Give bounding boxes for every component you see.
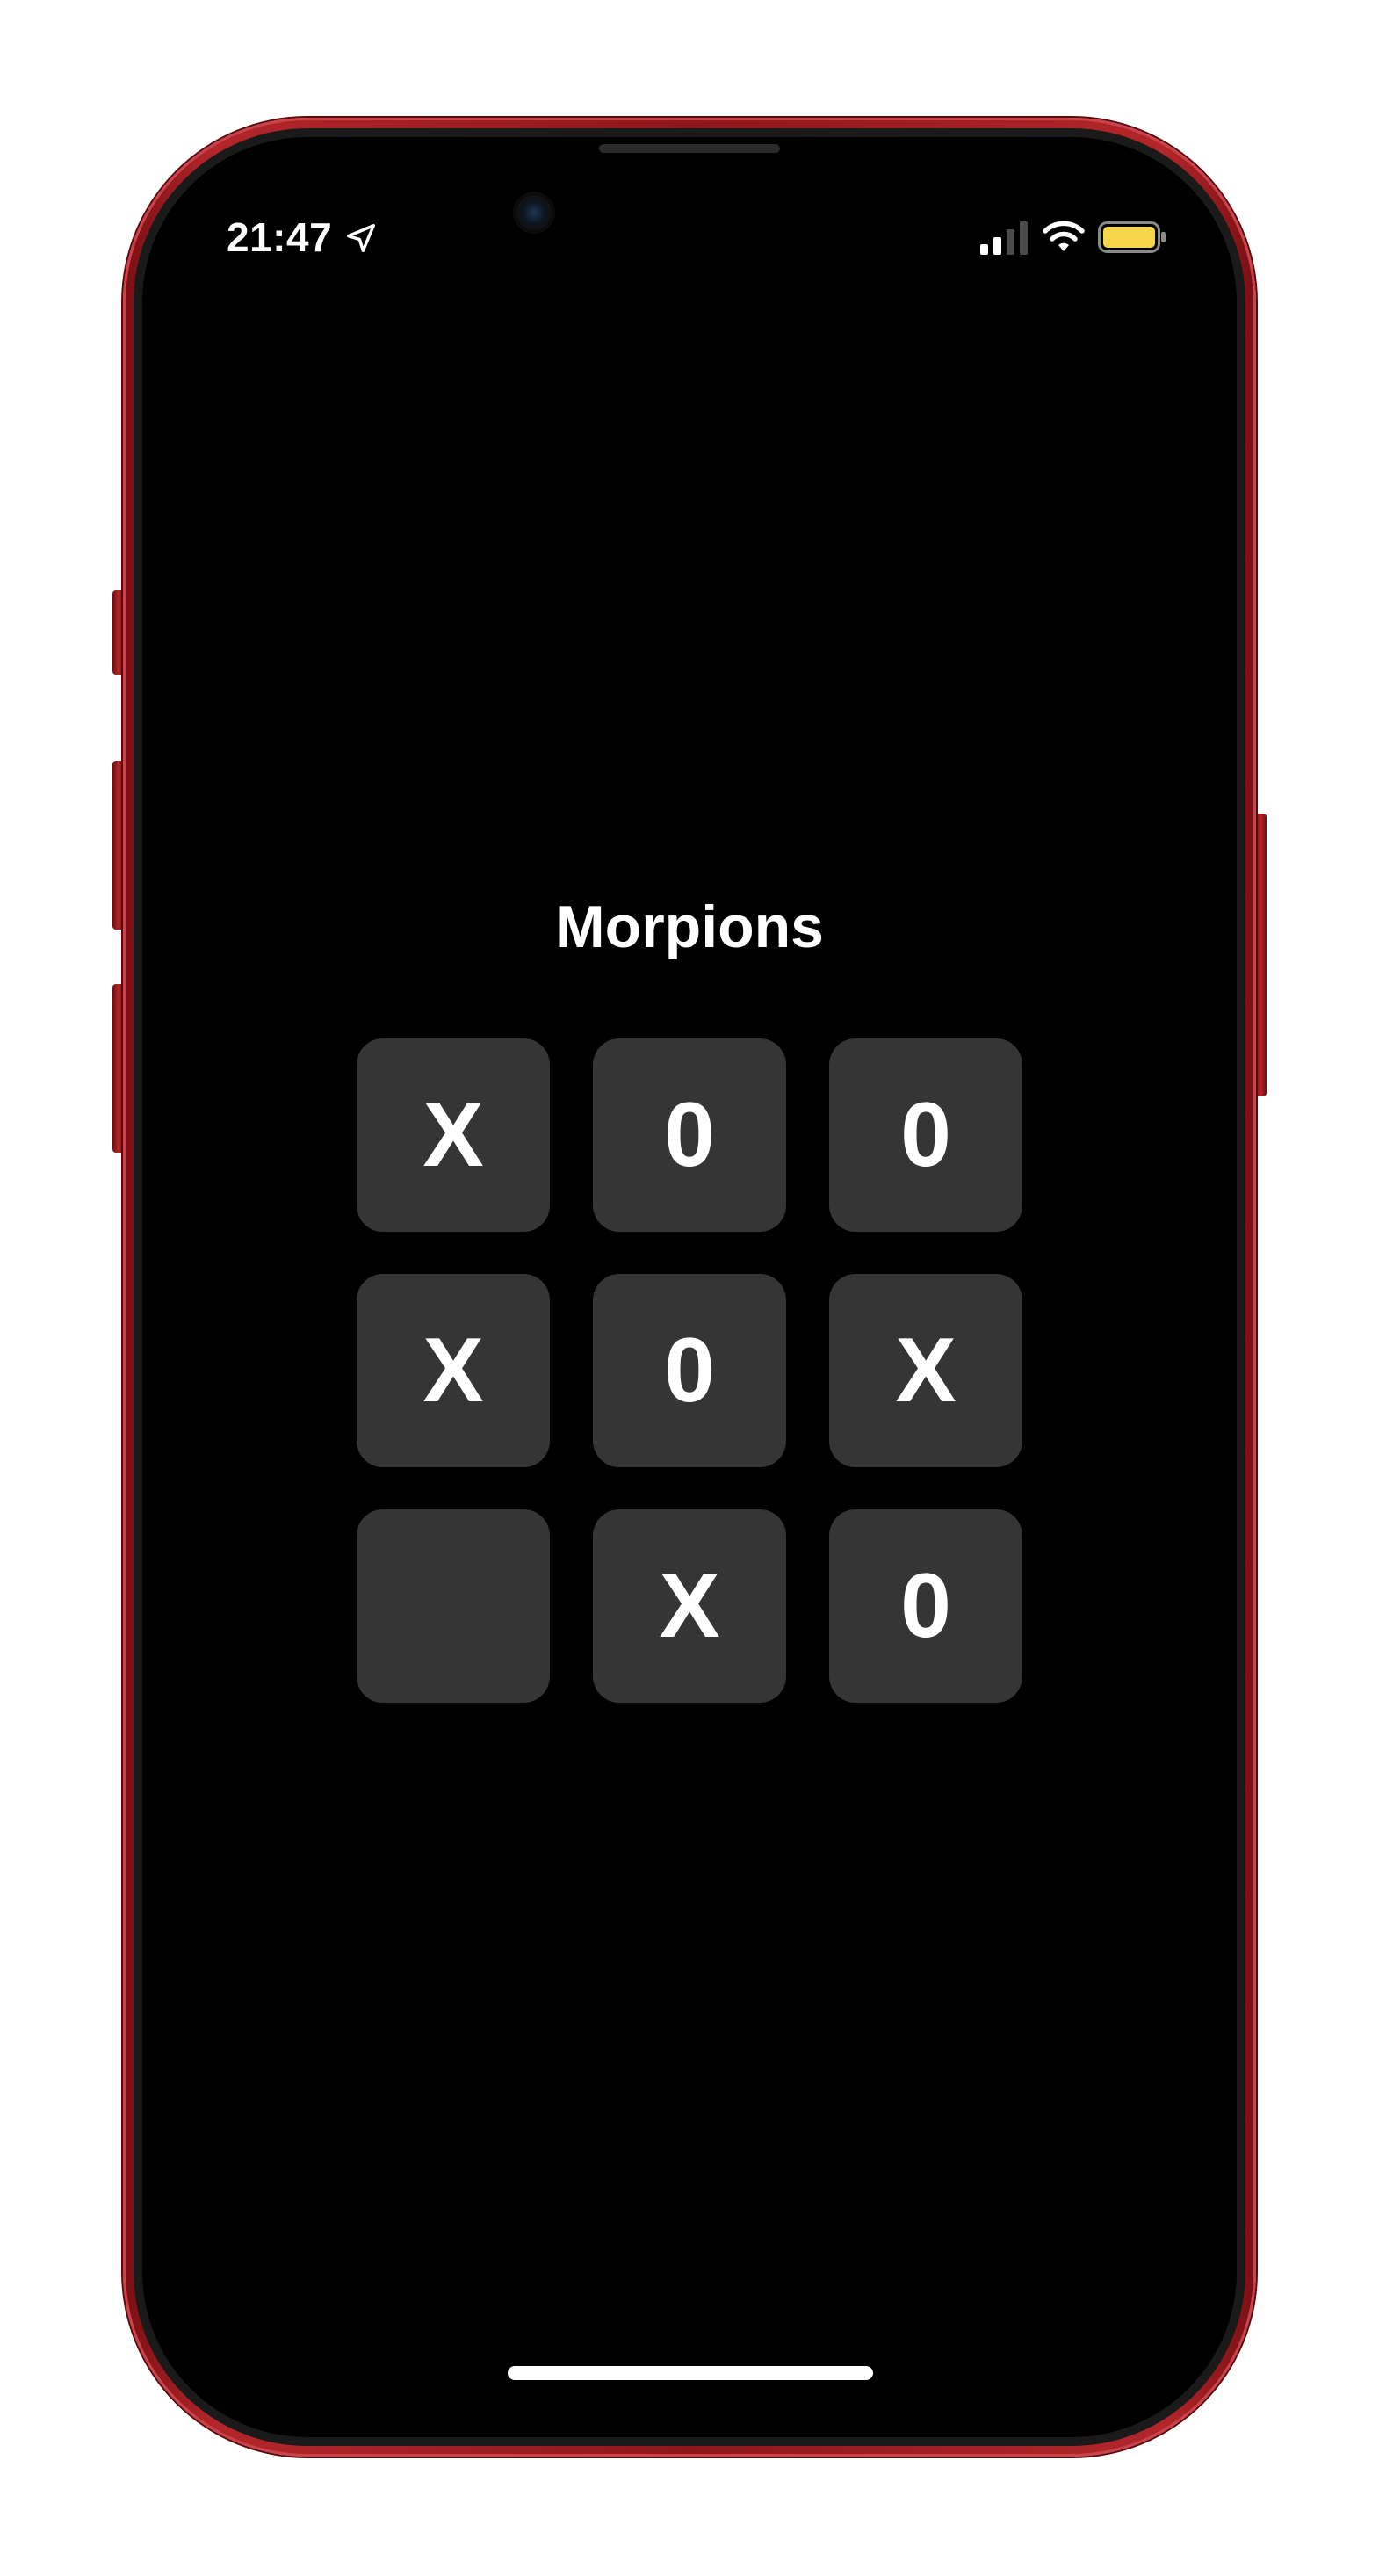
status-time: 21:47 xyxy=(227,214,333,260)
cellular-signal-icon xyxy=(980,221,1028,255)
location-arrow-icon xyxy=(347,224,375,252)
tic-tac-toe-board: X 0 0 X 0 X X 0 xyxy=(357,1038,1024,1706)
board-cell-r1c1[interactable]: X xyxy=(357,1038,550,1232)
board-cell-r1c2[interactable]: 0 xyxy=(593,1038,786,1232)
device-mockup: 21:47 Morpions X 0 0 X 0 X X 0 xyxy=(0,0,1379,2576)
home-indicator[interactable] xyxy=(508,2366,873,2380)
game-title: Morpions xyxy=(555,894,824,960)
power-button xyxy=(1254,814,1267,1096)
board-cell-r1c3[interactable]: 0 xyxy=(829,1038,1022,1232)
board-cell-r3c1[interactable] xyxy=(357,1509,550,1703)
front-camera xyxy=(516,195,552,230)
board-cell-r3c3[interactable]: 0 xyxy=(829,1509,1022,1703)
earpiece-speaker xyxy=(599,144,780,153)
wifi-icon xyxy=(1043,221,1085,251)
board-cell-r2c3[interactable]: X xyxy=(829,1274,1022,1467)
board-cell-r2c1[interactable]: X xyxy=(357,1274,550,1467)
battery-icon xyxy=(1098,221,1166,253)
board-cell-r2c2[interactable]: 0 xyxy=(593,1274,786,1467)
board-cell-r3c2[interactable]: X xyxy=(593,1509,786,1703)
